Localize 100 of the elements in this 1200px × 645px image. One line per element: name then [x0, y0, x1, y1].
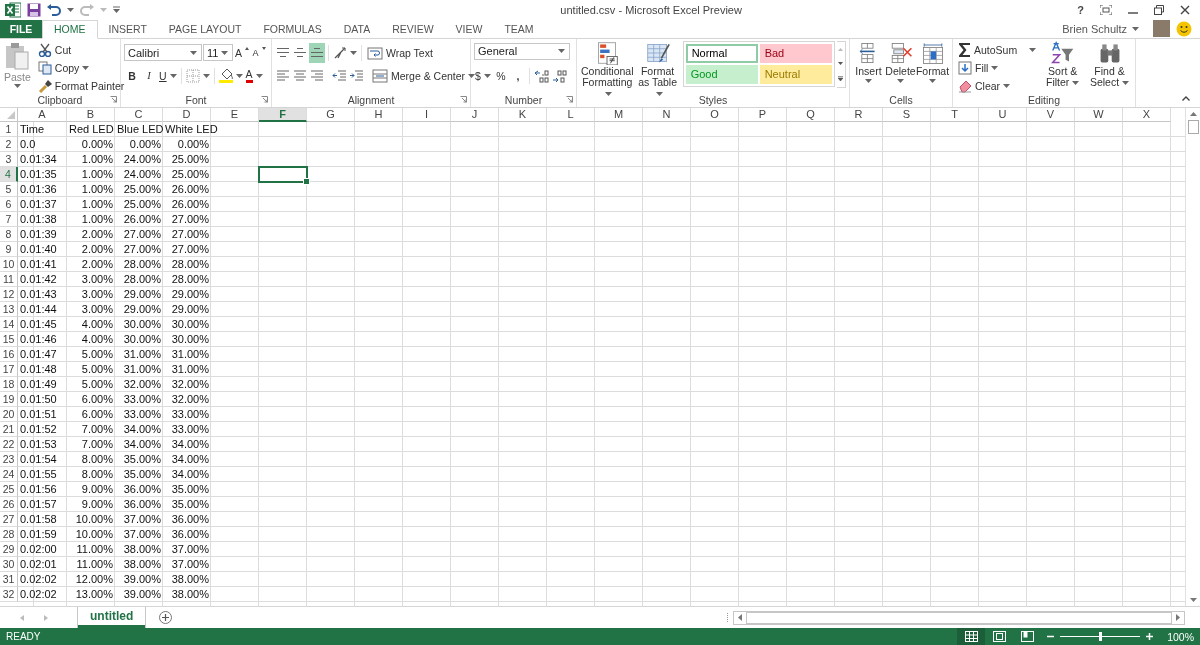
- conditional-formatting-button[interactable]: Conditional Formatting: [580, 40, 635, 99]
- ribbon-tab[interactable]: TEAM: [493, 19, 545, 38]
- table-cell: 1.00%: [81, 182, 113, 196]
- caret-icon: [190, 50, 197, 55]
- caret-icon: [82, 65, 90, 70]
- shrink-font-button[interactable]: A: [251, 42, 267, 63]
- table-cell: 28.00%: [171, 272, 209, 286]
- ribbon-tab[interactable]: REVIEW: [381, 19, 445, 38]
- lines-icon: [293, 48, 307, 58]
- bold-button[interactable]: B: [124, 65, 140, 86]
- table-cell: 1.00%: [81, 152, 113, 166]
- percent-button[interactable]: %: [492, 65, 509, 86]
- format-cells-icon: [920, 40, 945, 65]
- sheet-tab[interactable]: untitled: [78, 607, 146, 628]
- scroll-thumb[interactable]: [1187, 119, 1199, 134]
- paste-button[interactable]: Paste: [3, 40, 32, 88]
- split-handle-icon[interactable]: [726, 613, 729, 622]
- cells-button[interactable]: Delete: [885, 40, 916, 83]
- font-color-button[interactable]: A: [244, 65, 264, 86]
- table-cell: 8.00%: [81, 467, 113, 481]
- ribbon-tab[interactable]: DATA: [332, 19, 382, 38]
- collapse-ribbon-icon[interactable]: [1182, 95, 1190, 101]
- horizontal-scrollbar[interactable]: [733, 610, 1185, 625]
- sigma-icon: [958, 42, 971, 58]
- smiley-icon[interactable]: [1176, 20, 1192, 37]
- number-format-field[interactable]: General: [474, 42, 570, 60]
- redo-icon: [80, 3, 94, 16]
- caret-icon: [202, 73, 210, 78]
- currency-button[interactable]: $: [474, 65, 492, 86]
- ribbon-tab[interactable]: PAGE LAYOUT: [157, 19, 253, 38]
- fill-down-icon: [958, 60, 972, 75]
- cell-style-option[interactable]: Bad: [759, 43, 832, 63]
- underline-button[interactable]: U: [158, 65, 178, 86]
- font-size-field[interactable]: 11: [203, 44, 233, 62]
- save-icon[interactable]: [27, 2, 41, 17]
- italic-button[interactable]: I: [141, 65, 157, 86]
- font-name-field[interactable]: Calibri: [124, 44, 202, 62]
- clear-button[interactable]: Clear: [956, 76, 1013, 95]
- help-button[interactable]: ?: [1077, 3, 1084, 16]
- vertical-scrollbar[interactable]: [1185, 107, 1200, 606]
- slider-thumb[interactable]: [1099, 632, 1103, 641]
- table-cell: 38.00%: [171, 587, 209, 601]
- scroll-up-icon: [838, 47, 844, 51]
- grow-font-button[interactable]: A: [234, 42, 250, 63]
- indent-icon: [348, 69, 364, 83]
- cell-style-option[interactable]: Normal: [685, 43, 758, 63]
- caret-icon: [13, 83, 21, 88]
- format-as-table-button[interactable]: Format as Table: [636, 40, 679, 99]
- gallery-scrollbar[interactable]: [836, 40, 846, 88]
- column-title-cell: White LED: [165, 122, 218, 136]
- copy-button[interactable]: Copy: [35, 58, 92, 77]
- table-cell: 24.00%: [123, 152, 161, 166]
- ribbon-tab[interactable]: VIEW: [444, 19, 494, 38]
- ribbon-tab[interactable]: INSERT: [97, 19, 158, 38]
- table-cell: 11.00%: [76, 542, 113, 556]
- table-cell: 37.00%: [171, 557, 209, 571]
- caret-icon: [865, 78, 872, 83]
- undo-icon[interactable]: [47, 3, 61, 16]
- merge-cells-icon: [372, 68, 388, 83]
- customize-toolbar-icon[interactable]: [113, 6, 120, 14]
- full-screen-icon[interactable]: [1100, 4, 1112, 15]
- zoom-in-icon[interactable]: [1146, 633, 1154, 640]
- close-icon[interactable]: [1180, 4, 1190, 15]
- ribbon-tab[interactable]: FORMULAS: [252, 19, 333, 38]
- wrap-text-button[interactable]: Wrap Text: [365, 42, 435, 63]
- dialog-launcher-icon[interactable]: [110, 96, 117, 104]
- comma-button[interactable]: ,: [509, 65, 526, 86]
- table-cell: 37.00%: [171, 542, 209, 556]
- table-cell: 32.00%: [171, 392, 209, 406]
- group-label: Editing: [1027, 93, 1061, 106]
- zoom-level[interactable]: 100%: [1159, 630, 1200, 643]
- indent-icon: [331, 69, 347, 83]
- fill-button[interactable]: Fill: [956, 58, 1001, 77]
- dialog-launcher-icon[interactable]: [460, 96, 467, 104]
- cells-button[interactable]: Insert: [853, 40, 884, 83]
- account-menu[interactable]: Brien Schultz: [1062, 19, 1153, 38]
- sort-filter-button[interactable]: Sort & Filter: [1040, 40, 1086, 88]
- format-painter-button[interactable]: Format Painter: [35, 76, 127, 95]
- cell-style-option[interactable]: Neutral: [759, 64, 832, 84]
- clipboard-icon: [4, 40, 31, 71]
- table-cell: 0.01:34: [20, 152, 57, 166]
- caret-icon: [100, 7, 107, 12]
- table-cell: 27.00%: [123, 227, 161, 241]
- caret-icon: [255, 73, 263, 78]
- scroll-thumb[interactable]: [746, 611, 1172, 624]
- find-select-button[interactable]: Find & Select: [1087, 40, 1132, 88]
- table-cell: 33.00%: [171, 407, 209, 421]
- column-title-cell: Time: [20, 122, 45, 136]
- restore-icon[interactable]: [1154, 4, 1164, 15]
- cells-button[interactable]: Format: [917, 40, 948, 83]
- cut-button[interactable]: Cut: [35, 40, 74, 59]
- zoom-out-icon[interactable]: [1047, 633, 1055, 640]
- dialog-launcher-icon[interactable]: [261, 96, 268, 104]
- table-cell: 0.01:55: [20, 467, 57, 481]
- dialog-launcher-icon[interactable]: [566, 96, 573, 104]
- bottom-align-button[interactable]: [309, 42, 325, 63]
- table-cell: 0.01:38: [20, 212, 57, 226]
- view-button[interactable]: [957, 628, 986, 645]
- autosum-button[interactable]: AutoSum: [956, 40, 1039, 59]
- new-sheet-icon[interactable]: [159, 611, 173, 624]
